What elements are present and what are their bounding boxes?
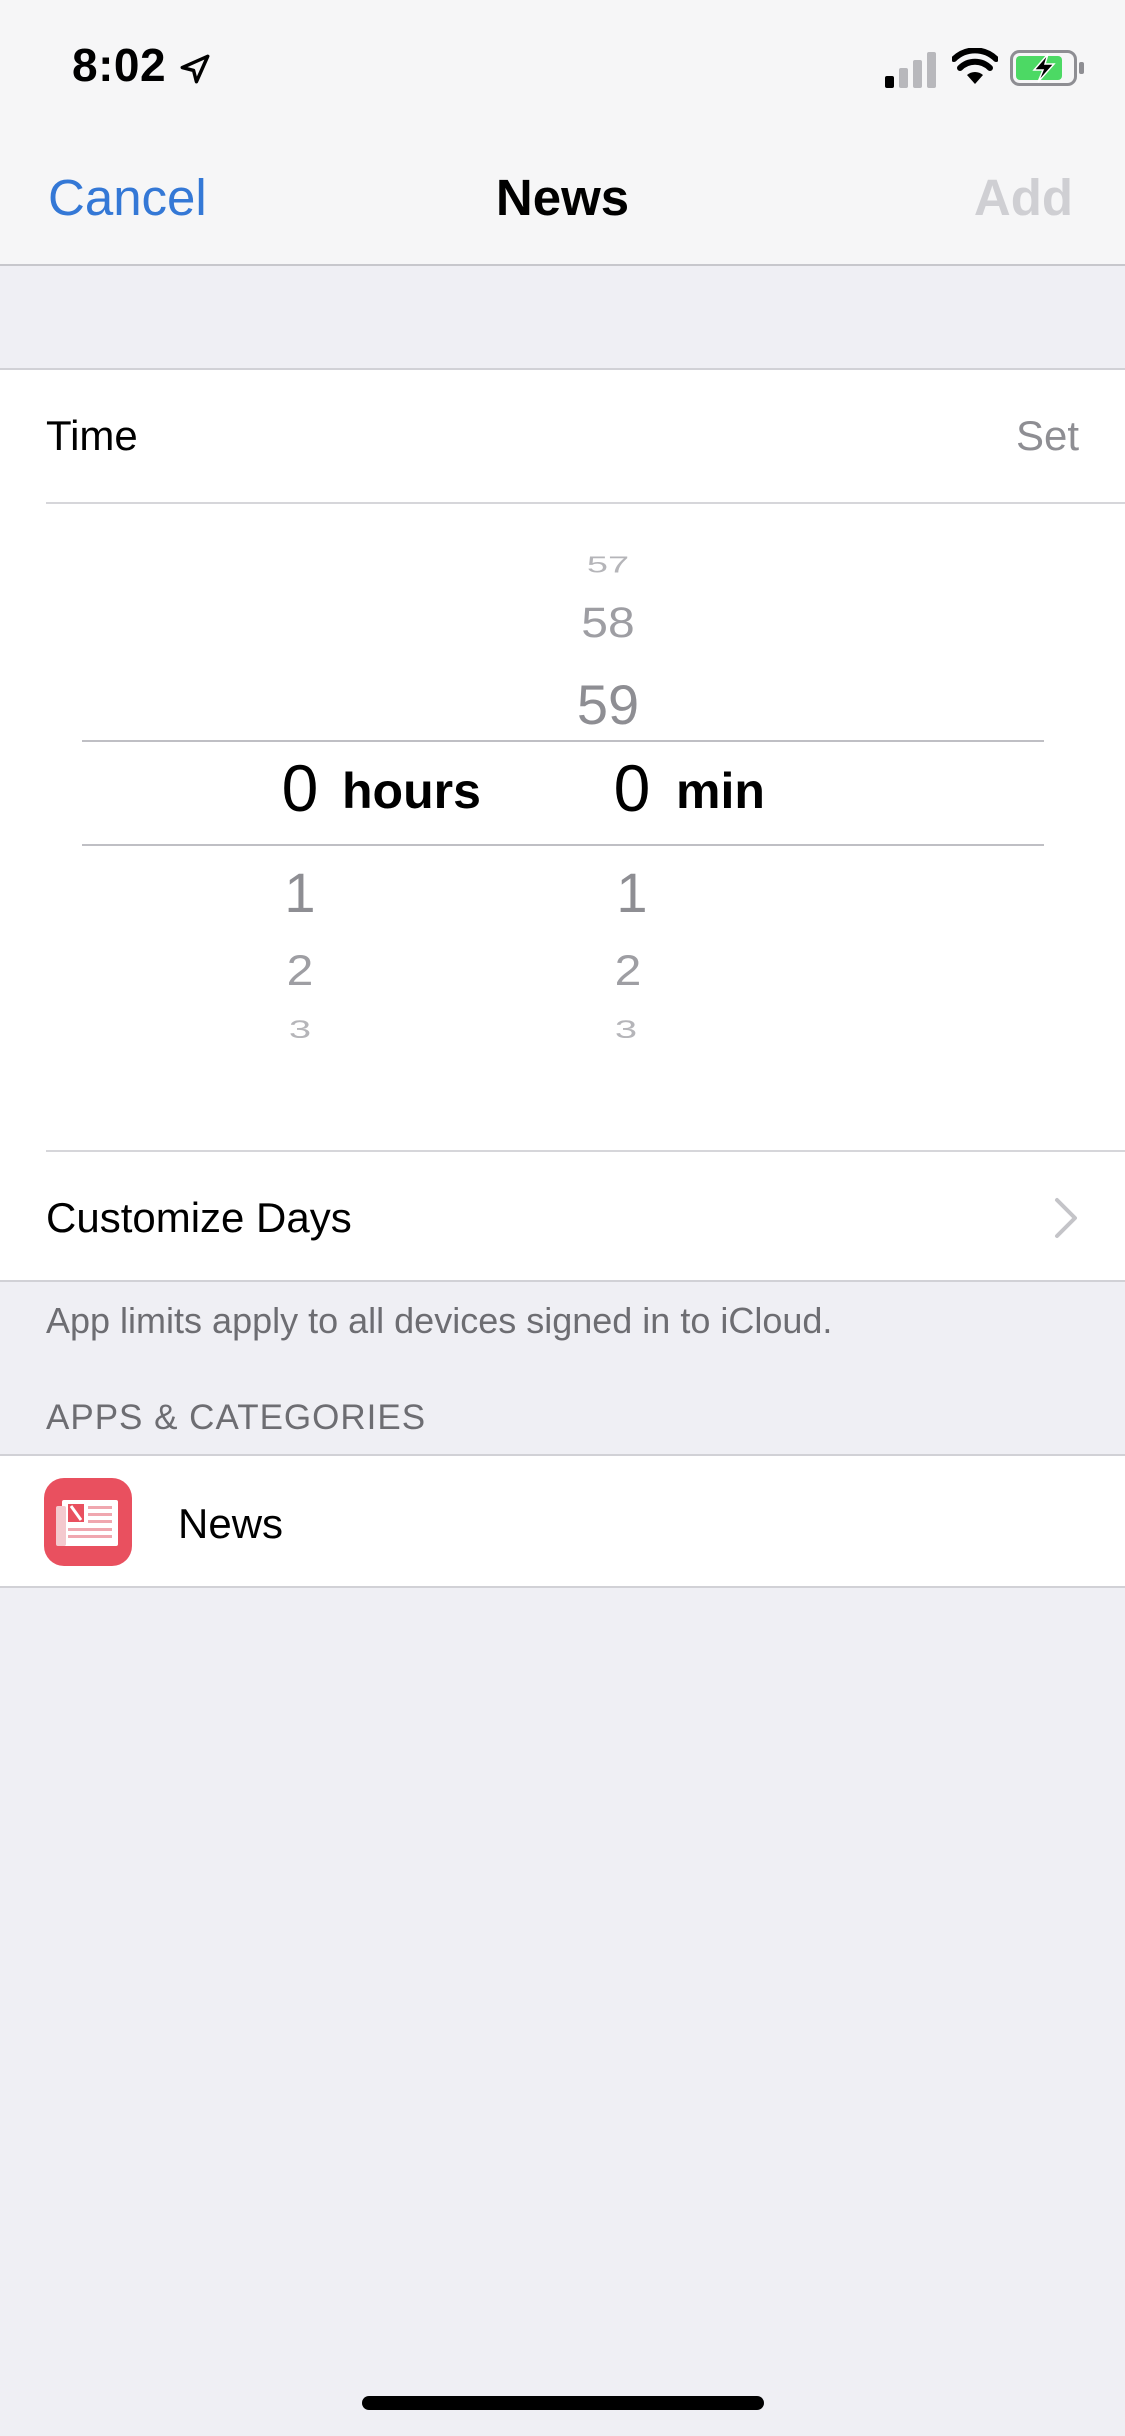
- app-name: News: [178, 1500, 284, 1547]
- hours-selected-value: 0: [281, 751, 319, 825]
- chevron-right-icon: [1055, 1198, 1077, 1238]
- minutes-selected-value: 0: [613, 751, 651, 825]
- minutes-option[interactable]: 3: [576, 1017, 676, 1045]
- page-title: News: [495, 169, 630, 226]
- minutes-option[interactable]: 59: [558, 672, 658, 737]
- status-bar: 8:02: [0, 0, 1125, 132]
- minutes-option[interactable]: 2: [578, 947, 678, 995]
- battery-charging-icon: [1010, 50, 1084, 86]
- location-arrow-icon: [180, 54, 210, 84]
- app-list-item[interactable]: News: [0, 1456, 1125, 1586]
- minutes-option[interactable]: 57: [558, 553, 658, 579]
- time-row[interactable]: Time Set: [0, 370, 1125, 502]
- minutes-option[interactable]: 1: [582, 860, 682, 925]
- add-button[interactable]: Add: [974, 168, 1073, 227]
- customize-days-row[interactable]: Customize Days: [0, 1152, 1125, 1282]
- hours-option[interactable]: 3: [250, 1017, 350, 1045]
- cellular-signal-icon: [885, 52, 936, 88]
- time-value: Set: [1015, 412, 1079, 459]
- navigation-bar: Cancel News Add: [0, 132, 1125, 266]
- news-app-icon: [44, 1478, 132, 1566]
- customize-days-label: Customize Days: [46, 1194, 352, 1241]
- picker-selection-bottom-line: [82, 844, 1044, 846]
- minutes-option[interactable]: 58: [558, 599, 658, 647]
- app-limits-footnote: App limits apply to all devices signed i…: [46, 1300, 833, 1341]
- hours-unit-label: hours: [342, 763, 481, 819]
- minutes-unit-label: min: [676, 763, 765, 819]
- hours-option[interactable]: 2: [250, 947, 350, 995]
- duration-picker[interactable]: 0 hours 1 2 3 57 58 59 0 min 1 2 3: [0, 504, 1125, 1150]
- status-time: 8:02: [72, 39, 167, 91]
- wifi-icon: [952, 48, 998, 84]
- apps-list: News: [0, 1454, 1125, 1588]
- picker-selection-top-line: [82, 740, 1044, 742]
- hours-option[interactable]: 1: [250, 860, 350, 925]
- time-label: Time: [46, 412, 138, 459]
- home-indicator[interactable]: [362, 2396, 764, 2410]
- apps-categories-header: APPS & CATEGORIES: [46, 1398, 427, 1437]
- time-settings-group: Time Set 0 hours 1 2 3 57 58 59 0 min 1 …: [0, 368, 1125, 1282]
